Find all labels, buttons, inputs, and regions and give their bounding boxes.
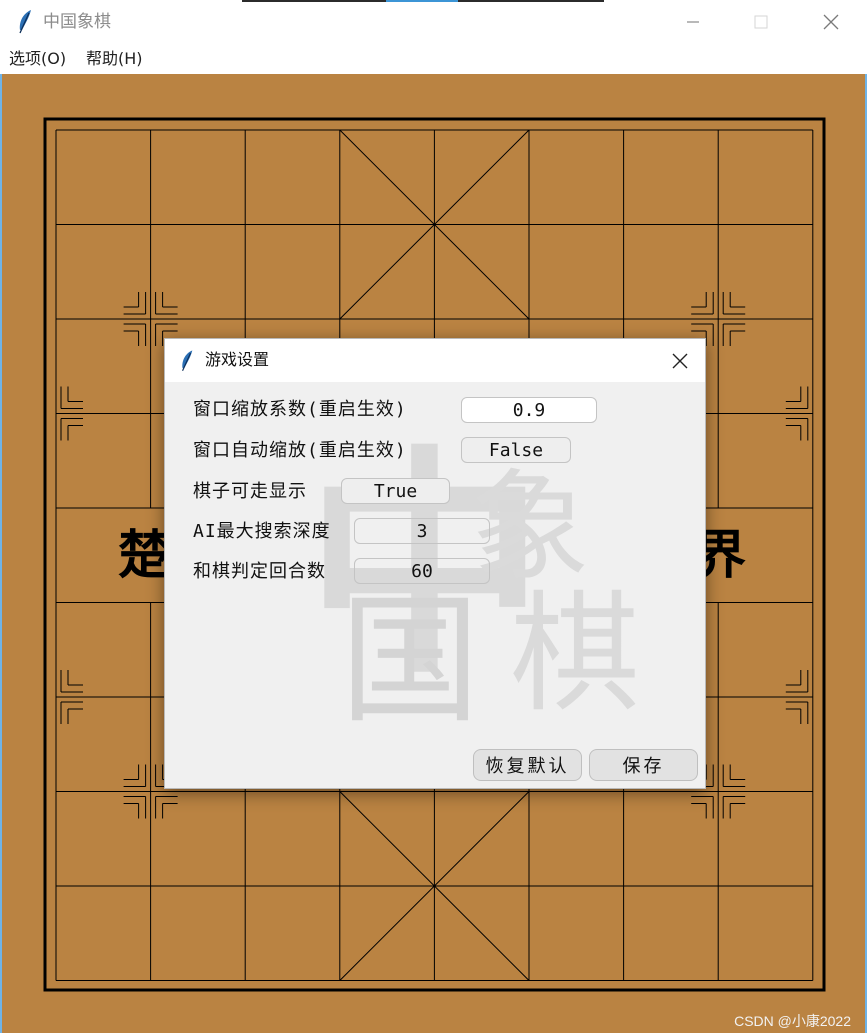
title-accent-strip bbox=[458, 0, 604, 2]
scale-factor-input[interactable]: 0.9 bbox=[461, 397, 597, 423]
auto-scale-toggle[interactable]: False bbox=[461, 437, 571, 463]
auto-scale-label: 窗口自动缩放(重启生效) bbox=[193, 440, 407, 461]
window-titlebar: 中国象棋 bbox=[0, 0, 867, 44]
settings-dialog: 游戏设置 中 国 象 棋 窗口缩放系数(重启生效) 0.9 窗口自动缩放(重启生… bbox=[164, 338, 706, 789]
maximize-button[interactable] bbox=[736, 0, 786, 44]
logo-char: 棋 bbox=[510, 578, 640, 730]
scale-factor-label: 窗口缩放系数(重启生效) bbox=[193, 399, 407, 420]
maximize-icon bbox=[754, 15, 768, 29]
window-title: 中国象棋 bbox=[43, 12, 111, 32]
title-accent-strip bbox=[386, 0, 458, 2]
close-button[interactable] bbox=[806, 0, 856, 44]
csdn-watermark: CSDN @小康2022 bbox=[734, 1013, 851, 1029]
draw-rounds-label: 和棋判定回合数 bbox=[193, 561, 326, 582]
dialog-close-button[interactable] bbox=[655, 339, 705, 382]
menu-options[interactable]: 选项(O) bbox=[9, 49, 66, 69]
window-border-left bbox=[0, 74, 2, 1033]
minimize-button[interactable] bbox=[668, 0, 718, 44]
show-moves-label: 棋子可走显示 bbox=[193, 481, 307, 502]
logo-char: 国 bbox=[340, 580, 480, 743]
save-button[interactable]: 保存 bbox=[589, 749, 698, 781]
minimize-icon bbox=[687, 21, 699, 23]
reset-defaults-button[interactable]: 恢复默认 bbox=[473, 749, 582, 781]
draw-rounds-input[interactable]: 60 bbox=[354, 558, 490, 584]
menu-help[interactable]: 帮助(H) bbox=[86, 49, 143, 69]
feather-icon bbox=[182, 350, 193, 372]
close-icon bbox=[823, 14, 839, 30]
menu-bar: 选项(O) 帮助(H) bbox=[0, 44, 867, 74]
dialog-titlebar: 游戏设置 bbox=[165, 339, 705, 382]
dialog-title: 游戏设置 bbox=[205, 350, 270, 369]
river-text-left: 楚 bbox=[118, 525, 170, 586]
title-accent-strip bbox=[242, 0, 386, 2]
close-icon bbox=[672, 353, 688, 368]
search-depth-input[interactable]: 3 bbox=[354, 518, 490, 544]
feather-icon bbox=[19, 10, 31, 34]
search-depth-label: AI最大搜索深度 bbox=[193, 521, 331, 542]
show-moves-toggle[interactable]: True bbox=[341, 478, 450, 504]
